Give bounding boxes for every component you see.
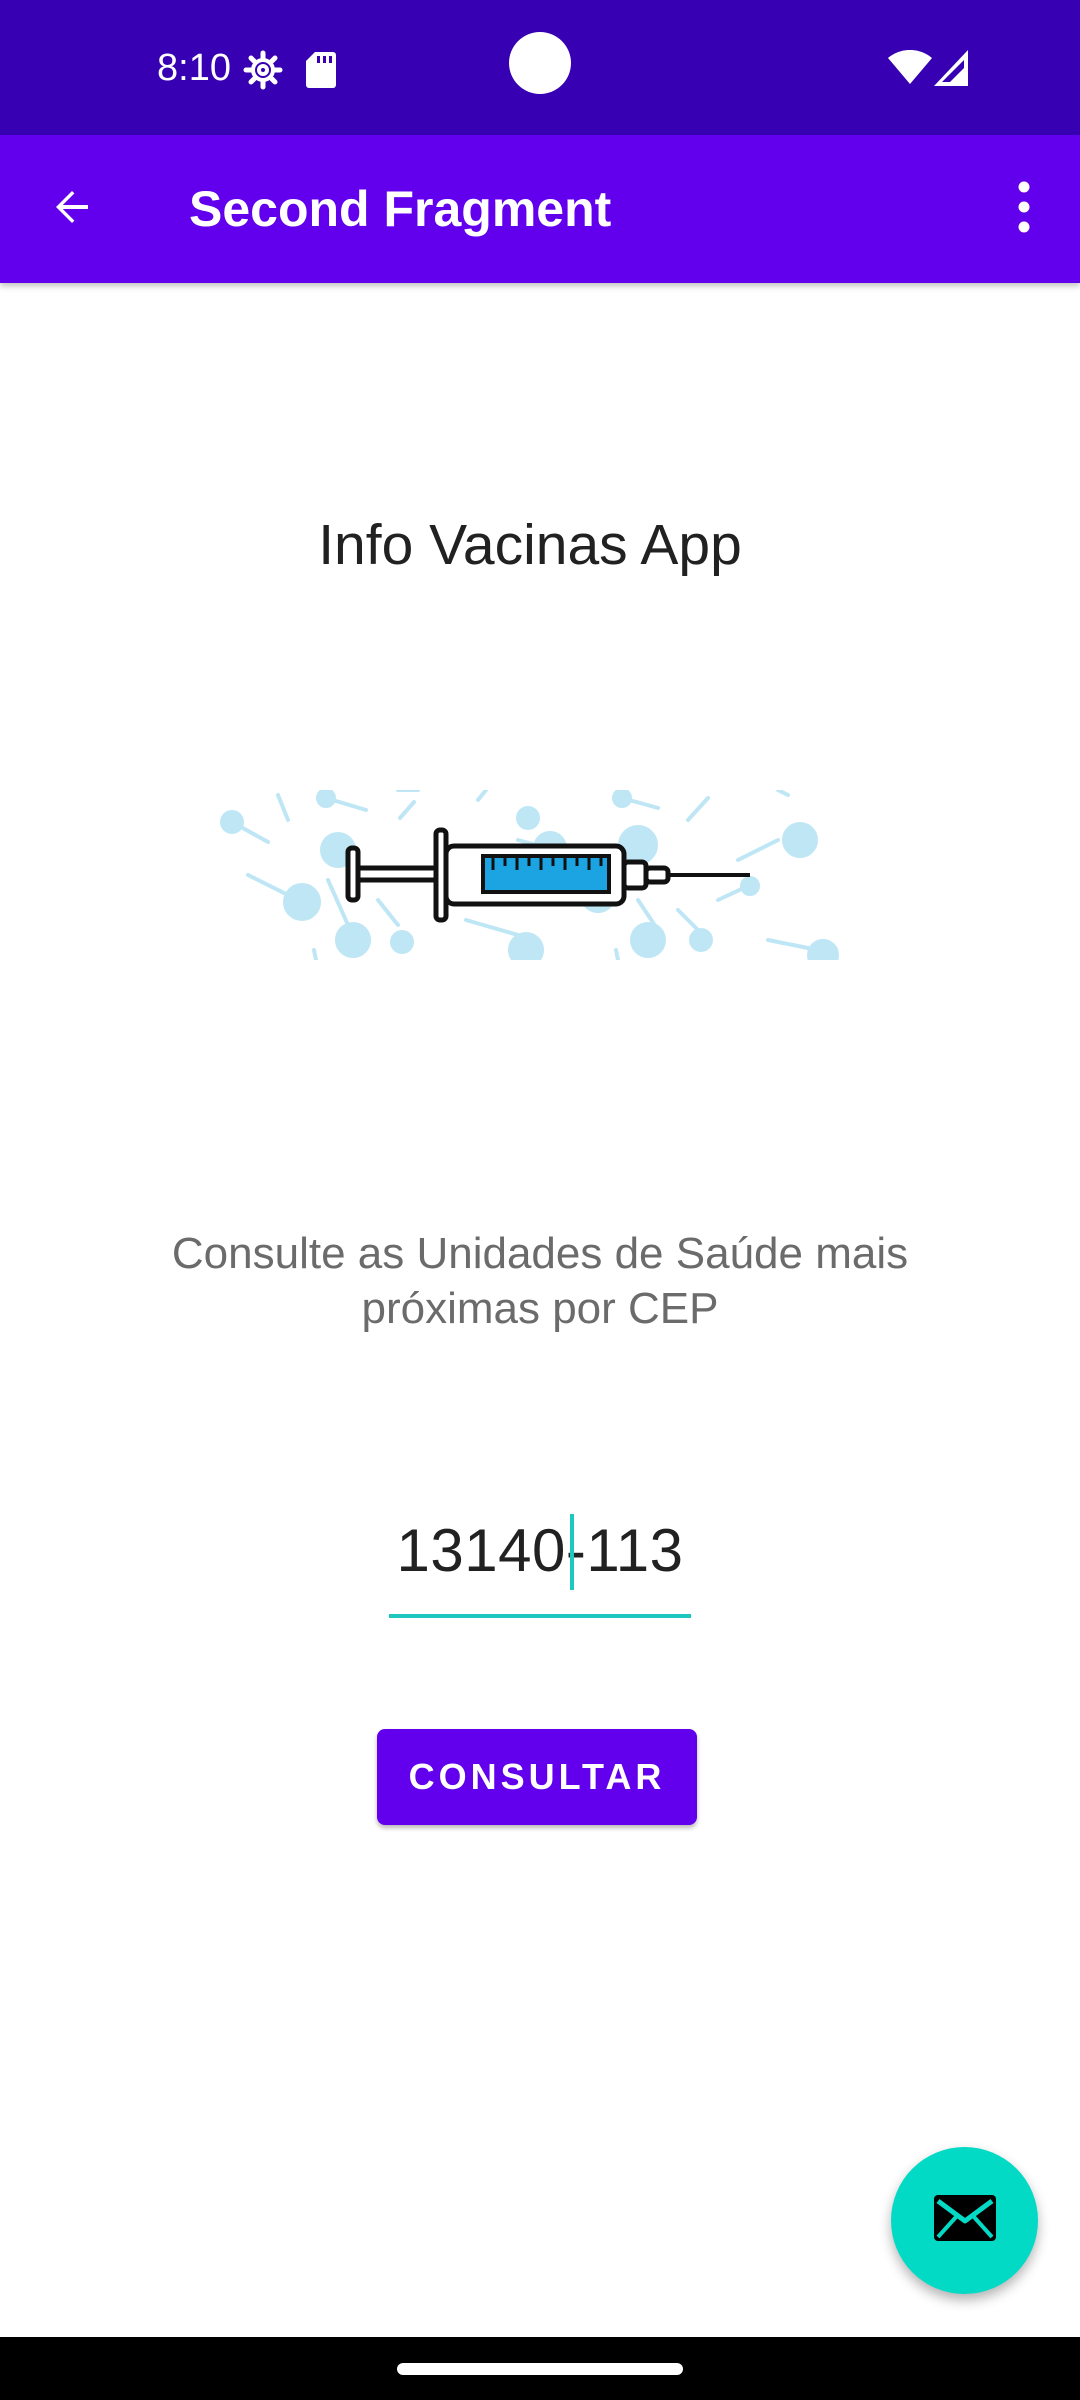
text-cursor [570,1514,574,1590]
home-gesture-handle[interactable] [397,2363,683,2375]
settings-icon [243,50,283,95]
more-vert-icon [1014,181,1034,238]
description-text: Consulte as Unidades de Saúde mais próxi… [171,1229,909,1333]
back-button[interactable] [34,171,110,247]
page-heading: Info Vacinas App [318,513,742,577]
app-title: Second Fragment [189,181,612,237]
screen: 8:10 Second Fragment Info Vacinas App Co… [0,0,1080,2400]
cellular-signal-icon [934,50,968,91]
cep-input[interactable]: 13140-113 [389,1500,691,1618]
cep-input-value: 13140-113 [396,1517,684,1584]
navigation-bar [0,2337,1080,2400]
mail-fab[interactable] [891,2147,1038,2294]
wifi-icon [888,49,932,91]
sd-card-icon [306,52,336,93]
syringe-illustration [218,788,840,971]
consultar-button[interactable]: CONSULTAR [377,1729,697,1825]
mail-icon [932,2193,998,2248]
arrow-back-icon [48,183,96,236]
camera-cutout [509,32,571,94]
overflow-menu-button[interactable] [986,171,1062,247]
status-time: 8:10 [157,47,231,89]
status-bar: 8:10 [0,0,1080,135]
app-bar: Second Fragment [0,135,1080,283]
